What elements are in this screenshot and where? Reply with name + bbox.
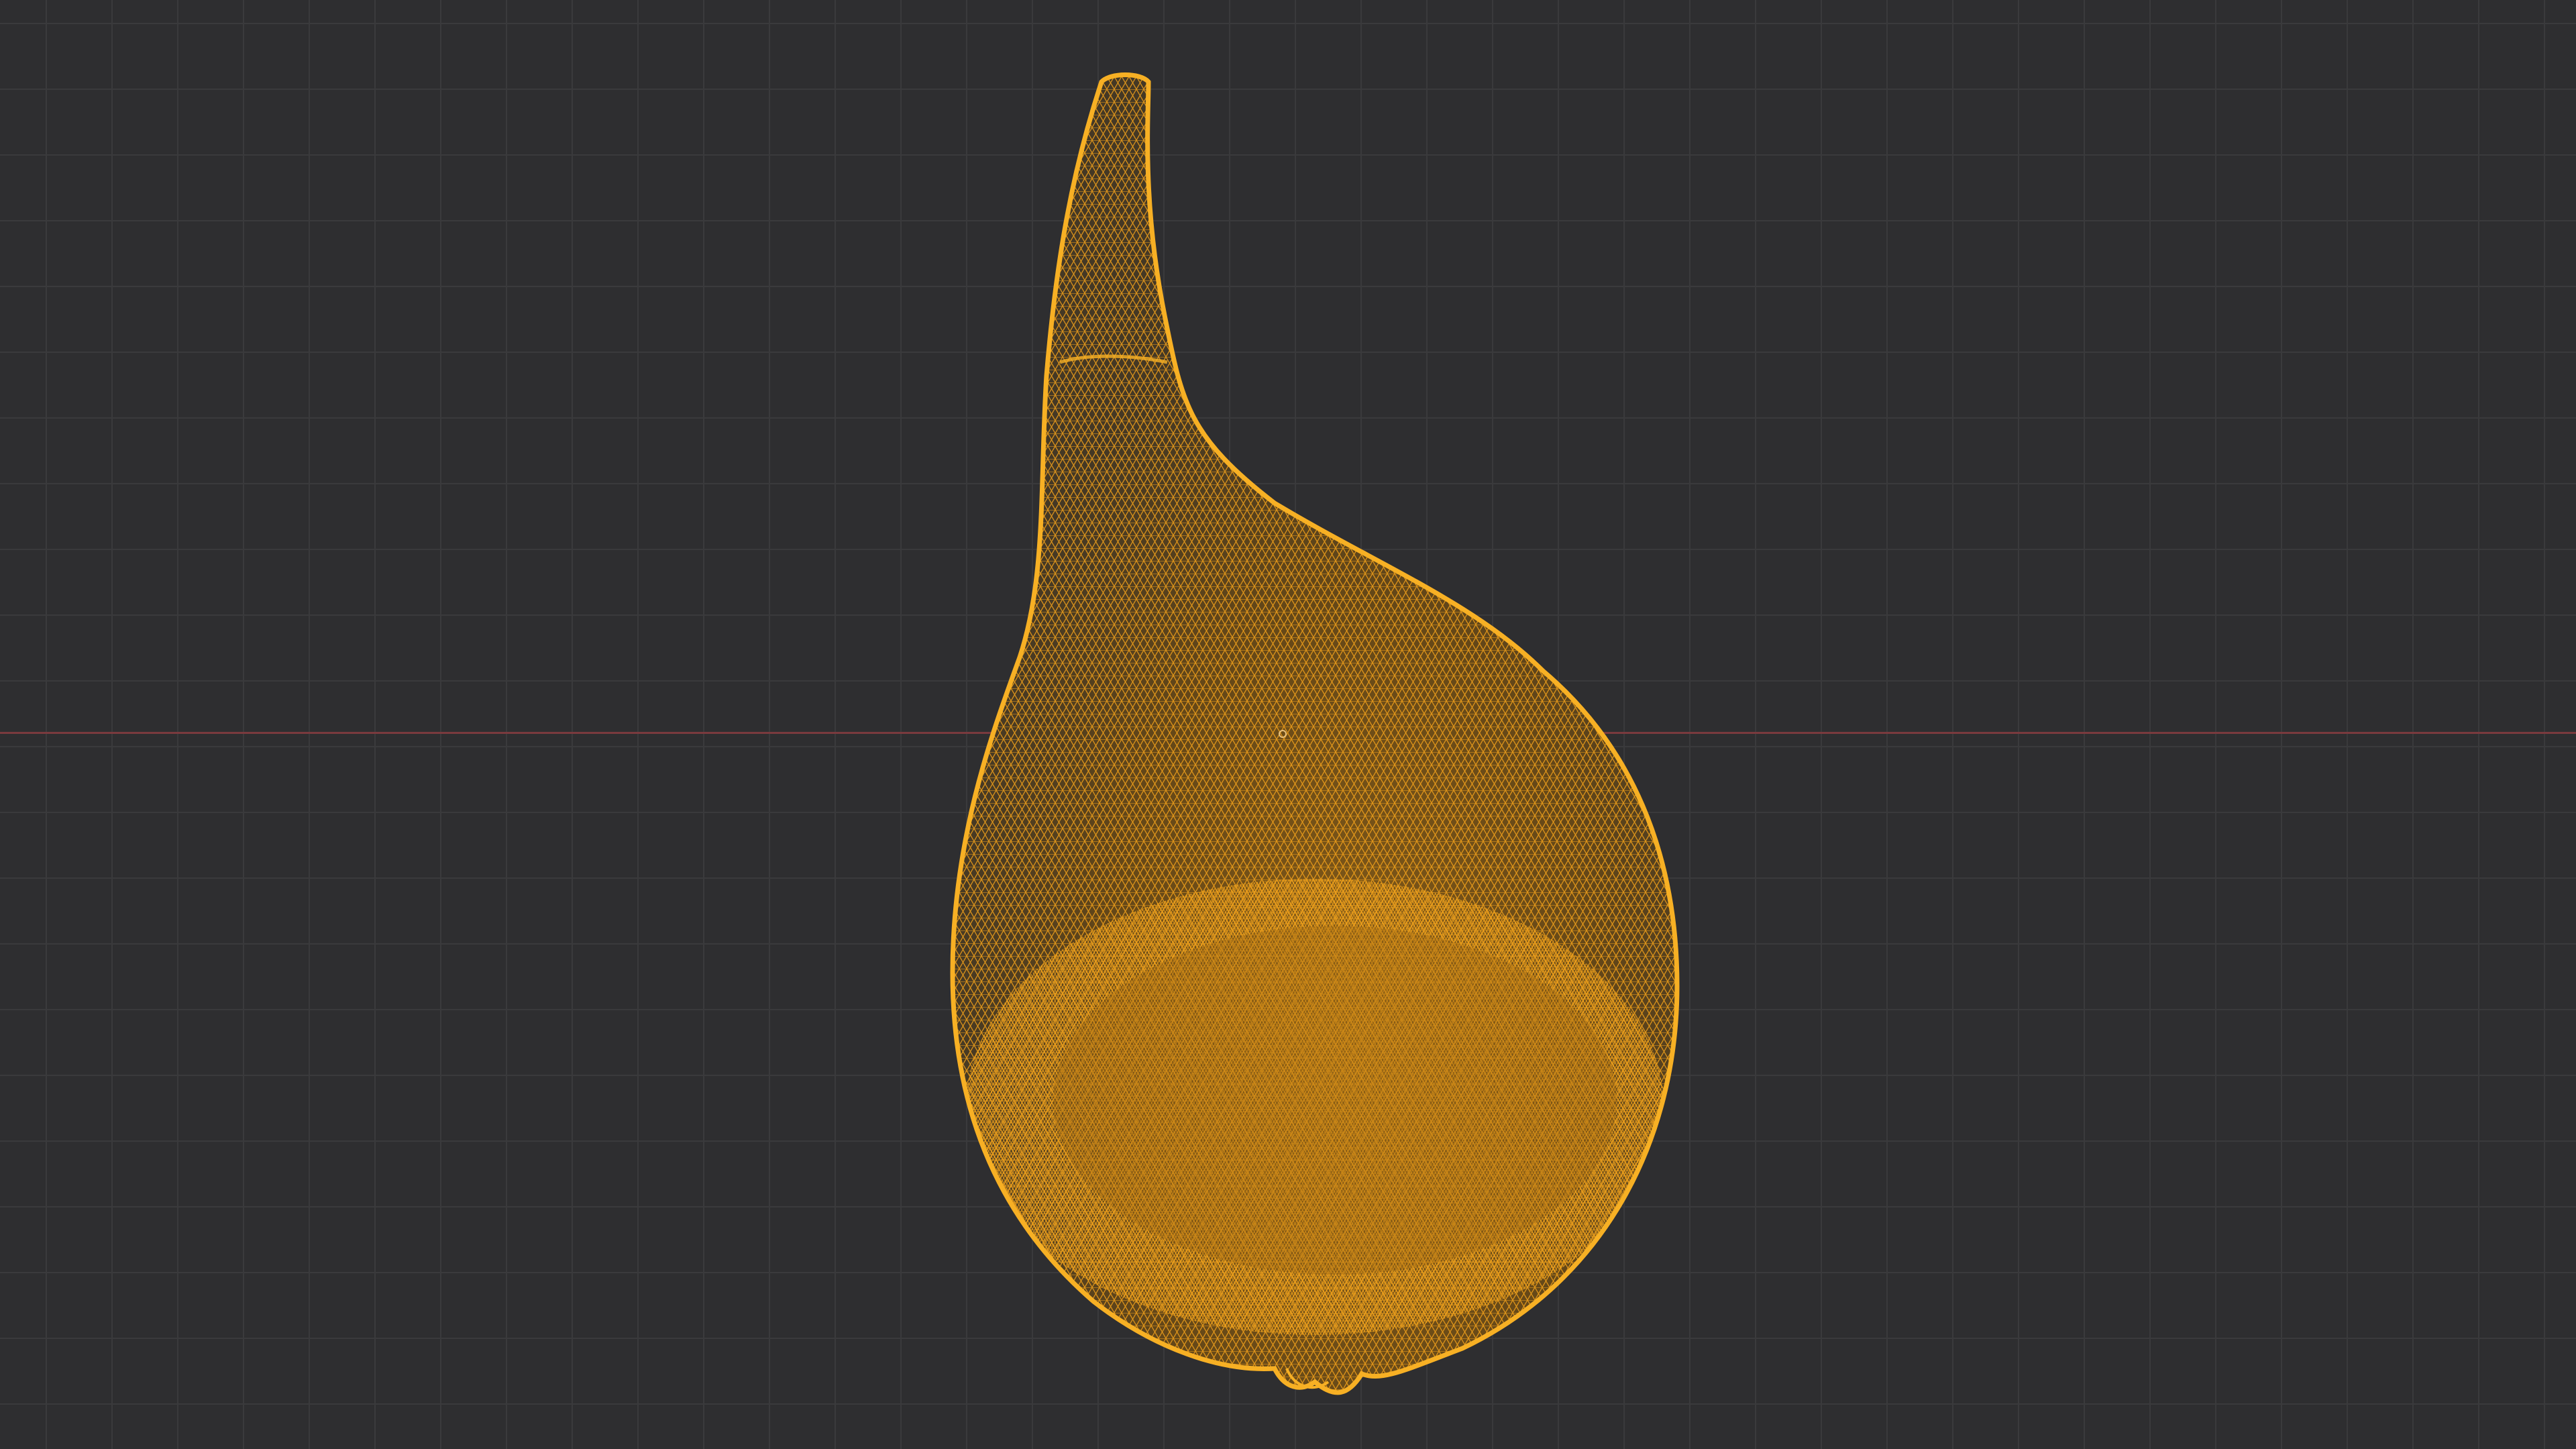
pear-mesh-wireframe[interactable] xyxy=(0,0,2576,1449)
object-origin-icon xyxy=(1279,730,1287,738)
3d-viewport[interactable] xyxy=(0,0,2576,1449)
